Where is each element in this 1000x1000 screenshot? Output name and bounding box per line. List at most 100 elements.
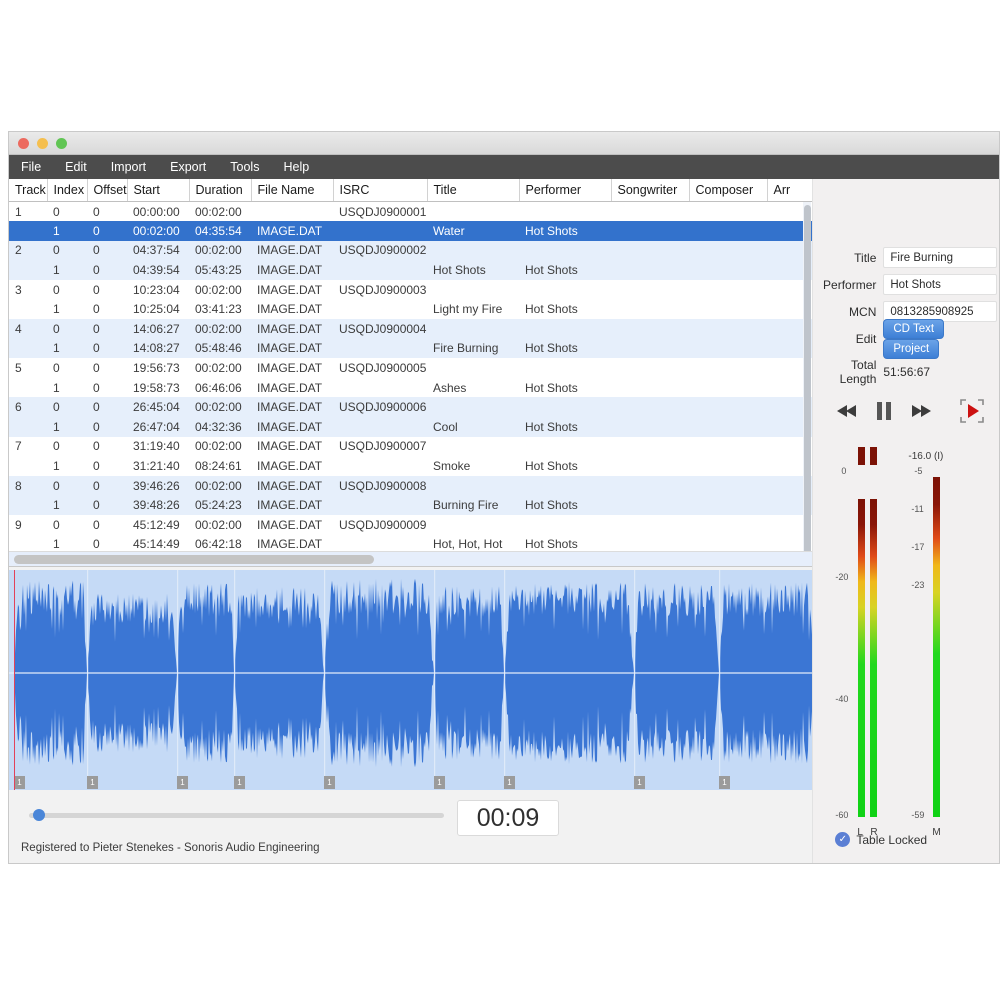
table-row[interactable]: 1014:08:2705:48:46IMAGE.DATFire BurningH… bbox=[9, 339, 814, 359]
cell-index[interactable]: 1 bbox=[47, 417, 87, 437]
table-row[interactable]: 30010:23:0400:02:00IMAGE.DATUSQDJ0900003 bbox=[9, 280, 814, 300]
cell-isrc[interactable] bbox=[333, 260, 427, 280]
cell-isrc[interactable]: USQDJ0900005 bbox=[333, 358, 427, 378]
minimize-window-icon[interactable] bbox=[37, 138, 48, 149]
cell-index[interactable]: 0 bbox=[47, 515, 87, 535]
cell-performer[interactable] bbox=[519, 202, 611, 222]
col-composer[interactable]: Composer bbox=[689, 179, 767, 202]
cell-duration[interactable]: 00:02:00 bbox=[189, 437, 251, 457]
cell-duration[interactable]: 08:24:61 bbox=[189, 456, 251, 476]
table-row[interactable]: 70031:19:4000:02:00IMAGE.DATUSQDJ0900007 bbox=[9, 437, 814, 457]
col-track[interactable]: Track bbox=[9, 179, 47, 202]
cell-file[interactable]: IMAGE.DAT bbox=[251, 495, 333, 515]
cell-offset[interactable]: 0 bbox=[87, 495, 127, 515]
cell-start[interactable]: 19:58:73 bbox=[127, 378, 189, 398]
cell-offset[interactable]: 0 bbox=[87, 476, 127, 496]
cell-duration[interactable]: 04:32:36 bbox=[189, 417, 251, 437]
cell-start[interactable]: 39:46:26 bbox=[127, 476, 189, 496]
performer-input[interactable]: Hot Shots bbox=[883, 274, 997, 295]
cell-index[interactable]: 1 bbox=[47, 456, 87, 476]
cell-title[interactable] bbox=[427, 202, 519, 222]
cell-isrc[interactable]: USQDJ0900009 bbox=[333, 515, 427, 535]
cell-duration[interactable]: 00:02:00 bbox=[189, 202, 251, 222]
cell-isrc[interactable] bbox=[333, 378, 427, 398]
cell-composer[interactable] bbox=[689, 299, 767, 319]
cell-track[interactable]: 1 bbox=[9, 202, 47, 222]
col-performer[interactable]: Performer bbox=[519, 179, 611, 202]
cell-file[interactable]: IMAGE.DAT bbox=[251, 358, 333, 378]
table-horizontal-scrollbar[interactable] bbox=[9, 551, 814, 566]
cell-duration[interactable]: 05:48:46 bbox=[189, 339, 251, 359]
cell-track[interactable]: 5 bbox=[9, 358, 47, 378]
cell-index[interactable]: 0 bbox=[47, 319, 87, 339]
track-marker[interactable]: 1 bbox=[14, 776, 25, 789]
cell-title[interactable] bbox=[427, 358, 519, 378]
cell-index[interactable]: 1 bbox=[47, 339, 87, 359]
cell-songwriter[interactable] bbox=[611, 358, 689, 378]
col-index[interactable]: Index bbox=[47, 179, 87, 202]
cell-duration[interactable]: 05:24:23 bbox=[189, 495, 251, 515]
cell-start[interactable]: 00:00:00 bbox=[127, 202, 189, 222]
cell-title[interactable] bbox=[427, 515, 519, 535]
cell-offset[interactable]: 0 bbox=[87, 515, 127, 535]
cell-isrc[interactable] bbox=[333, 495, 427, 515]
cell-file[interactable]: IMAGE.DAT bbox=[251, 397, 333, 417]
menu-tools[interactable]: Tools bbox=[218, 155, 271, 179]
track-marker[interactable]: 1 bbox=[504, 776, 515, 789]
fast-forward-icon[interactable] bbox=[909, 403, 933, 424]
cell-title[interactable]: Smoke bbox=[427, 456, 519, 476]
cell-duration[interactable]: 06:46:06 bbox=[189, 378, 251, 398]
cell-composer[interactable] bbox=[689, 339, 767, 359]
table-vertical-scrollbar[interactable] bbox=[803, 202, 811, 562]
cell-start[interactable]: 31:21:40 bbox=[127, 456, 189, 476]
table-row[interactable]: 1010:25:0403:41:23IMAGE.DATLight my Fire… bbox=[9, 299, 814, 319]
cell-title[interactable] bbox=[427, 397, 519, 417]
cell-start[interactable]: 19:56:73 bbox=[127, 358, 189, 378]
cell-start[interactable]: 39:48:26 bbox=[127, 495, 189, 515]
cell-index[interactable]: 1 bbox=[47, 299, 87, 319]
col-duration[interactable]: Duration bbox=[189, 179, 251, 202]
cell-file[interactable]: IMAGE.DAT bbox=[251, 241, 333, 261]
cell-index[interactable]: 1 bbox=[47, 221, 87, 241]
play-selection-icon[interactable] bbox=[959, 398, 985, 429]
cell-songwriter[interactable] bbox=[611, 378, 689, 398]
cell-track[interactable] bbox=[9, 339, 47, 359]
rewind-icon[interactable] bbox=[835, 403, 859, 424]
menu-import[interactable]: Import bbox=[99, 155, 158, 179]
cell-title[interactable] bbox=[427, 437, 519, 457]
cell-file[interactable]: IMAGE.DAT bbox=[251, 319, 333, 339]
cell-offset[interactable]: 0 bbox=[87, 417, 127, 437]
track-table[interactable]: Track Index Offset Start Duration File N… bbox=[9, 179, 814, 567]
track-marker[interactable]: 1 bbox=[87, 776, 98, 789]
pause-icon[interactable] bbox=[875, 401, 893, 426]
track-marker[interactable]: 1 bbox=[634, 776, 645, 789]
cell-isrc[interactable] bbox=[333, 221, 427, 241]
cell-start[interactable]: 14:08:27 bbox=[127, 339, 189, 359]
table-row[interactable]: 20004:37:5400:02:00IMAGE.DATUSQDJ0900002 bbox=[9, 241, 814, 261]
cell-title[interactable] bbox=[427, 476, 519, 496]
cell-duration[interactable]: 00:02:00 bbox=[189, 241, 251, 261]
cell-file[interactable]: IMAGE.DAT bbox=[251, 299, 333, 319]
cell-duration[interactable]: 00:02:00 bbox=[189, 397, 251, 417]
track-marker[interactable]: 1 bbox=[434, 776, 445, 789]
playhead-cursor[interactable] bbox=[14, 570, 15, 790]
cell-offset[interactable]: 0 bbox=[87, 358, 127, 378]
cell-index[interactable]: 0 bbox=[47, 280, 87, 300]
menu-help[interactable]: Help bbox=[271, 155, 321, 179]
table-row[interactable]: 1019:58:7306:46:06IMAGE.DATAshesHot Shot… bbox=[9, 378, 814, 398]
col-isrc[interactable]: ISRC bbox=[333, 179, 427, 202]
table-row[interactable]: 80039:46:2600:02:00IMAGE.DATUSQDJ0900008 bbox=[9, 476, 814, 496]
cell-performer[interactable]: Hot Shots bbox=[519, 260, 611, 280]
cell-composer[interactable] bbox=[689, 319, 767, 339]
menu-export[interactable]: Export bbox=[158, 155, 218, 179]
cell-file[interactable]: IMAGE.DAT bbox=[251, 378, 333, 398]
cell-file[interactable] bbox=[251, 202, 333, 222]
cell-title[interactable]: Hot Shots bbox=[427, 260, 519, 280]
cell-songwriter[interactable] bbox=[611, 495, 689, 515]
cell-performer[interactable] bbox=[519, 319, 611, 339]
cell-track[interactable] bbox=[9, 299, 47, 319]
cell-duration[interactable]: 00:02:00 bbox=[189, 319, 251, 339]
cell-file[interactable]: IMAGE.DAT bbox=[251, 260, 333, 280]
cell-performer[interactable] bbox=[519, 397, 611, 417]
cell-composer[interactable] bbox=[689, 456, 767, 476]
